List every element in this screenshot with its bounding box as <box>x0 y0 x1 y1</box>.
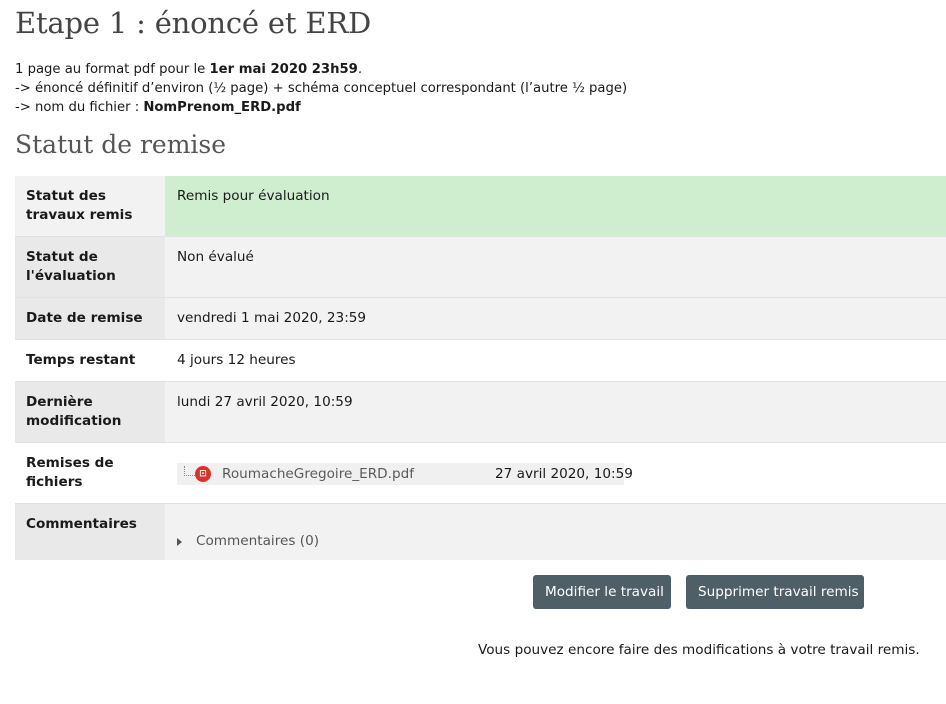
row-label: Statut des travaux remis <box>15 176 165 236</box>
row-label: Remises de fichiers <box>26 455 114 490</box>
table-row: Statut de l'évaluation Non évalué <box>15 237 946 298</box>
grading-status-value: Non évalué <box>177 249 254 265</box>
table-row: Temps restant 4 jours 12 heures <box>15 340 946 382</box>
table-row: Commentaires Commentaires (0) <box>15 504 946 560</box>
pdf-icon: ⊡ <box>195 466 211 482</box>
row-label: Temps restant <box>26 352 136 368</box>
submission-status-heading: Statut de remise <box>15 130 227 159</box>
comments-cell: Commentaires (0) <box>165 504 946 560</box>
description-line-2: -> énoncé définitif d’environ (½ page) +… <box>15 81 628 96</box>
time-remaining-value: 4 jours 12 heures <box>177 352 296 368</box>
row-label: Date de remise <box>15 298 165 339</box>
edit-note: Vous pouvez encore faire des modificatio… <box>478 642 920 658</box>
page-title: Etape 1 : énoncé et ERD <box>15 6 372 40</box>
table-row: Remises de fichiers ⊡ RoumacheGregoire_E… <box>15 443 946 504</box>
submission-status-value: Remis pour évaluation <box>165 176 946 236</box>
last-modified-value: lundi 27 avril 2020, 10:59 <box>177 394 353 410</box>
assignment-description: 1 page au format pdf pour le 1er mai 202… <box>15 60 627 117</box>
caret-right-icon <box>177 537 182 546</box>
due-date-value: vendredi 1 mai 2020, 23:59 <box>177 310 367 326</box>
row-label: Commentaires <box>15 504 165 560</box>
filename-format-text: NomPrenom_ERD.pdf <box>143 100 301 115</box>
file-entry: ⊡ RoumacheGregoire_ERD.pdf 27 avril 2020… <box>177 463 633 485</box>
submission-status-table: Statut des travaux remis Remis pour éval… <box>15 176 946 560</box>
description-line-1: 1 page au format pdf pour le 1er mai 202… <box>15 60 627 79</box>
file-date: 27 avril 2020, 10:59 <box>495 466 633 482</box>
row-label: Statut de l'évaluation <box>15 237 165 297</box>
description-text: . <box>357 62 363 77</box>
file-submissions-cell: ⊡ RoumacheGregoire_ERD.pdf 27 avril 2020… <box>165 443 946 503</box>
table-row: Dernière modification lundi 27 avril 202… <box>15 382 946 443</box>
comments-link[interactable]: Commentaires (0) <box>196 532 319 551</box>
table-row: Statut des travaux remis Remis pour éval… <box>15 176 946 237</box>
tree-connector <box>184 466 195 476</box>
row-label: Dernière modification <box>15 382 165 442</box>
description-text: 1 page au format pdf pour le <box>15 62 210 77</box>
description-line-3: -> nom du fichier : NomPrenom_ERD.pdf <box>15 98 627 117</box>
edit-submission-button[interactable]: Modifier le travail <box>533 575 671 609</box>
description-text: -> nom du fichier : <box>15 100 144 115</box>
remove-submission-button[interactable]: Supprimer travail remis <box>686 575 864 609</box>
table-row: Date de remise vendredi 1 mai 2020, 23:5… <box>15 298 946 340</box>
assignment-page: Etape 1 : énoncé et ERD 1 page au format… <box>0 0 946 704</box>
comments-toggle[interactable]: Commentaires (0) <box>177 532 319 551</box>
deadline-text: 1er mai 2020 23h59 <box>209 62 358 77</box>
file-link[interactable]: RoumacheGregoire_ERD.pdf <box>222 465 414 484</box>
